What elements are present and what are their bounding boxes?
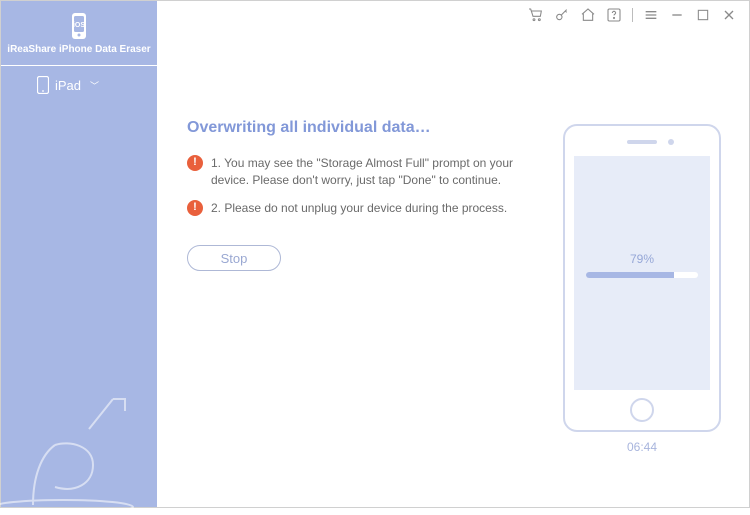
warning-note-2: ! 2. Please do not unplug your device du… [187, 200, 547, 217]
stop-button[interactable]: Stop [187, 245, 281, 271]
cart-icon[interactable] [528, 7, 544, 23]
svg-text:iOS: iOS [73, 22, 85, 29]
warning-text-2: 2. Please do not unplug your device duri… [211, 200, 507, 217]
device-frame: 79% [563, 124, 721, 432]
warning-text-1: 1. You may see the "Storage Almost Full"… [211, 155, 547, 190]
device-label: iPad [55, 78, 81, 93]
titlebar-separator [632, 8, 633, 22]
key-icon[interactable] [554, 7, 570, 23]
app-badge: iOS iReaShare iPhone Data Eraser [1, 1, 157, 66]
home-button-icon [630, 398, 654, 422]
help-icon[interactable] [606, 7, 622, 23]
alert-icon: ! [187, 155, 203, 171]
home-icon[interactable] [580, 7, 596, 23]
menu-icon[interactable] [643, 7, 659, 23]
device-icon [37, 76, 49, 94]
close-icon[interactable] [721, 7, 737, 23]
progress-bar [586, 272, 698, 278]
progress-bar-fill [586, 272, 674, 278]
device-preview: 79% 06:44 [563, 124, 721, 454]
phone-camera [668, 139, 674, 145]
alert-icon: ! [187, 200, 203, 216]
app-logo-icon: iOS [65, 12, 93, 40]
main-content: Overwriting all individual data… ! 1. Yo… [157, 29, 749, 507]
sidebar: iOS iReaShare iPhone Data Eraser iPad ﹀ [1, 1, 157, 507]
phone-screen: 79% [574, 156, 710, 390]
device-selector[interactable]: iPad ﹀ [1, 66, 157, 104]
app-title: iReaShare iPhone Data Eraser [1, 44, 156, 55]
maximize-icon[interactable] [695, 7, 711, 23]
phone-speaker [627, 140, 657, 144]
minimize-icon[interactable] [669, 7, 685, 23]
window-titlebar [516, 1, 749, 29]
warning-note-1: ! 1. You may see the "Storage Almost Ful… [187, 155, 547, 190]
sidebar-decoration-icon [0, 385, 143, 515]
elapsed-time: 06:44 [563, 440, 721, 454]
chevron-down-icon: ﹀ [90, 79, 99, 92]
progress-percent-label: 79% [574, 252, 710, 266]
